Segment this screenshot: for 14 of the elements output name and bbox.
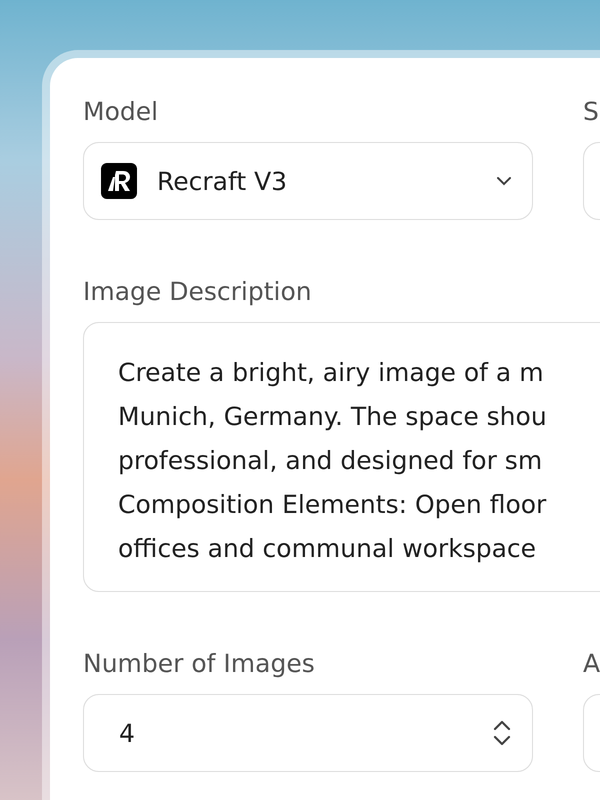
field-label: Number of Images bbox=[83, 648, 315, 680]
field-label: S bbox=[583, 96, 599, 128]
description-text: Create a bright, airy image of a m Munich, Germany. The space shou professional, and designed for sm Composition Elements: Open floor offices and communal workspace bbox=[118, 357, 547, 565]
model-value: Recraft V3 bbox=[157, 166, 288, 196]
stepper-icon bbox=[492, 719, 512, 747]
logo-icon bbox=[101, 163, 137, 199]
description-field[interactable]: Create a bright, airy image of a m Munich, Germany. The space shou professional, and designed for sm Composition Elements: Open floor offices and communal workspace bbox=[83, 322, 600, 592]
number-value: 4 bbox=[118, 718, 136, 748]
number-input[interactable]: 4 bbox=[83, 694, 533, 772]
model-select[interactable]: Recraft V3 bbox=[83, 142, 533, 220]
field-label: Model bbox=[83, 96, 158, 128]
chevron-down-icon bbox=[496, 176, 512, 186]
field-label: A bbox=[583, 648, 600, 680]
field-label: Image Description bbox=[83, 276, 312, 308]
